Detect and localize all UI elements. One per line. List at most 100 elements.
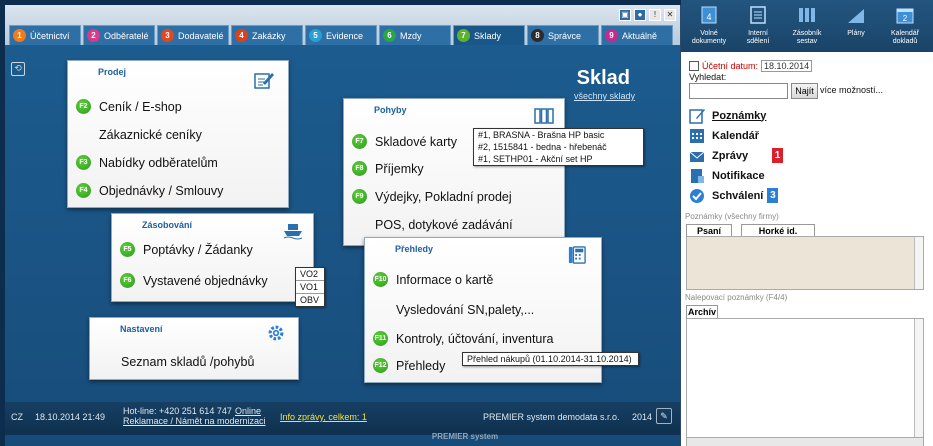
menu-item-skladove-karty[interactable]: F7 Skladové karty	[352, 134, 457, 149]
menu-item-vystavene-objednavky[interactable]: F6 Vystavené objednávky	[120, 273, 268, 288]
menu-item-label: Poptávky / Žádanky	[143, 242, 253, 257]
menu-item-label: Zákaznické ceníky	[99, 127, 202, 142]
menu-item-cenik[interactable]: F2 Ceník / E-shop	[76, 99, 182, 114]
popup-item-vo1[interactable]: VO1	[296, 281, 324, 294]
menu-item-prehledy[interactable]: F12 Přehledy	[373, 358, 445, 373]
more-options-link[interactable]: více možností...	[820, 85, 883, 95]
gear-icon	[268, 325, 284, 341]
pinned-notes-area[interactable]	[686, 318, 924, 438]
panel-zasobovani: Zásobování F5 Poptávky / Žádanky F6 Vystav…	[111, 213, 314, 302]
tab-archiv[interactable]: Archív	[686, 305, 718, 318]
report-popup[interactable]: Přehled nákupů (01.10.2014-31.10.2014)	[462, 352, 639, 366]
page-title: Sklad	[576, 67, 630, 89]
online-link[interactable]: Online	[235, 406, 261, 416]
menu-item-label: Vystavené objednávky	[143, 273, 268, 288]
sidebar-item-notifikace[interactable]: Notifikace	[689, 167, 765, 184]
panel-title: Nastavení	[120, 324, 163, 334]
accounting-date-field[interactable]: 18.10.2014	[761, 60, 813, 72]
sidebar-item-poznamky[interactable]: Poznámky	[689, 107, 766, 124]
tab-label: Správce	[548, 30, 582, 41]
menu-item-label: Ceník / E-shop	[99, 99, 182, 114]
menu-item-vysledovani[interactable]: Vysledování SN,palety,...	[373, 302, 534, 317]
menu-item-label: Kontroly, účtování, inventura	[396, 331, 554, 346]
tab-number-badge: 7	[457, 29, 470, 42]
horizontal-scrollbar[interactable]	[686, 437, 924, 446]
svg-text:4: 4	[706, 12, 711, 22]
menu-item-pos[interactable]: POS, dotykové zadávání	[352, 217, 513, 232]
all-warehouses-link[interactable]: všechny sklady	[574, 91, 635, 101]
message-icon	[750, 6, 766, 24]
menu-item-label: Informace o kartě	[396, 272, 494, 287]
tab-7[interactable]: 8 Správce	[527, 25, 599, 45]
tab-1[interactable]: 2 Odběratelé	[83, 25, 155, 45]
menu-item-poptavky[interactable]: F5 Poptávky / Žádanky	[120, 242, 253, 257]
recent-card-item[interactable]: #2, 1515841 - bedna - hřebenáč	[474, 141, 643, 153]
search-input[interactable]	[689, 83, 788, 99]
tab-label: Evidence	[326, 30, 364, 41]
panel-title: Zásobování	[142, 220, 193, 230]
pen-icon[interactable]: ✎	[656, 408, 672, 424]
info-messages-link[interactable]: Info zprávy, celkem: 1	[280, 412, 367, 422]
menu-item-label: Výdejky, Pokladní prodej	[375, 189, 512, 204]
tab-5[interactable]: 6 Mzdy	[379, 25, 451, 45]
tab-8[interactable]: 9 Aktuálně	[601, 25, 673, 45]
tab-number-badge: 2	[87, 29, 100, 42]
pinned-scrollbar[interactable]	[914, 319, 923, 437]
tab-number-badge: 8	[531, 29, 544, 42]
messages-count-badge: 1	[772, 148, 784, 163]
popup-item-obv[interactable]: OBV	[296, 294, 324, 306]
menu-item-label: Vysledování SN,palety,...	[396, 302, 535, 317]
recent-card-item[interactable]: #1, SETHP01 - Akční set HP	[474, 153, 643, 165]
language-label[interactable]: CZ	[11, 412, 23, 422]
company-label: PREMIER system demodata s.r.o.	[483, 412, 620, 422]
notes-scrollbar[interactable]	[914, 237, 923, 289]
popup-item-vo2[interactable]: VO2	[296, 268, 324, 281]
recent-card-item[interactable]: #1, BRASNA - Brašna HP basic	[474, 129, 643, 141]
sidebar-top-label: Zásobník sestav	[792, 30, 822, 45]
notification-icon	[691, 168, 704, 183]
accounting-date-checkbox[interactable]	[689, 61, 699, 71]
tab-4[interactable]: 5 Evidence	[305, 25, 377, 45]
sidebar-top-label: Volné dokumenty	[691, 30, 727, 45]
sidebar-top-interni-sdeleni[interactable]: Interní sdělení	[736, 6, 780, 46]
right-sidebar: 4 Volné dokumenty Interní sdělení Zásobn…	[681, 0, 933, 446]
user-icon[interactable]: ●	[634, 9, 646, 21]
datetime-label: 18.10.2014 21:49	[35, 412, 106, 422]
search-button[interactable]: Najít	[791, 83, 818, 99]
menu-item-kontroly[interactable]: F11 Kontroly, účtování, inventura	[373, 331, 554, 346]
info-icon[interactable]: !	[649, 9, 661, 21]
menu-toggle-icon[interactable]: ⟲	[11, 62, 25, 76]
tab-0[interactable]: 1 Účetnictví	[9, 25, 81, 45]
sidebar-item-zpravy[interactable]: Zprávy 1	[689, 147, 784, 164]
tab-6[interactable]: 7 Sklady	[453, 25, 525, 45]
menu-item-label: Přehledy	[396, 358, 446, 373]
menu-item-zakaznicke-ceniky[interactable]: Zákaznické ceníky	[76, 127, 202, 142]
sidebar-top-label: Kalendář dokladů	[890, 30, 920, 45]
sidebar-top-kalendar-dokladu[interactable]: 2 Kalendář dokladů	[883, 6, 927, 46]
sidebar-top-zasobnik-sestav[interactable]: Zásobník sestav	[785, 6, 829, 46]
reklamace-link[interactable]: Reklamace / Námět na modernizaci	[123, 416, 266, 426]
menu-item-seznam-skladu[interactable]: Seznam skladů /pohybů	[98, 354, 254, 369]
menu-item-label: Příjemky	[375, 161, 424, 176]
notes-textarea[interactable]	[686, 236, 924, 290]
svg-text:2: 2	[903, 14, 908, 23]
sidebar-item-kalendar[interactable]: Kalendář	[689, 127, 759, 144]
document-icon: 4	[701, 6, 717, 24]
sidebar-toolbar: 4 Volné dokumenty Interní sdělení Zásobn…	[681, 0, 933, 52]
menu-item-objednavky[interactable]: F4 Objednávky / Smlouvy	[76, 183, 223, 198]
sidebar-top-plany[interactable]: Plány	[834, 6, 878, 38]
tab-2[interactable]: 3 Dodavatelé	[157, 25, 229, 45]
monitor-icon[interactable]: ▣	[619, 9, 631, 21]
menu-item-prijemky[interactable]: F8 Příjemky	[352, 161, 424, 176]
tab-3[interactable]: 4 Zakázky	[231, 25, 303, 45]
menu-item-nabidky[interactable]: F3 Nabídky odběratelům	[76, 155, 218, 170]
status-bar: CZ 18.10.2014 21:49 Hot-line: +420 251 6…	[5, 402, 680, 435]
sidebar-item-schvaleni[interactable]: Schválení 3	[689, 187, 779, 204]
sidebar-top-label: Plány	[847, 30, 865, 37]
close-icon[interactable]: ✕	[664, 9, 676, 21]
sidebar-item-label: Kalendář	[712, 129, 760, 142]
sidebar-top-volne-dokumenty[interactable]: 4 Volné dokumenty	[687, 6, 731, 46]
sidebar-item-label: Poznámky	[712, 109, 767, 122]
menu-item-vydejky[interactable]: F9 Výdejky, Pokladní prodej	[352, 189, 512, 204]
menu-item-informace[interactable]: F10 Informace o kartě	[373, 272, 493, 287]
